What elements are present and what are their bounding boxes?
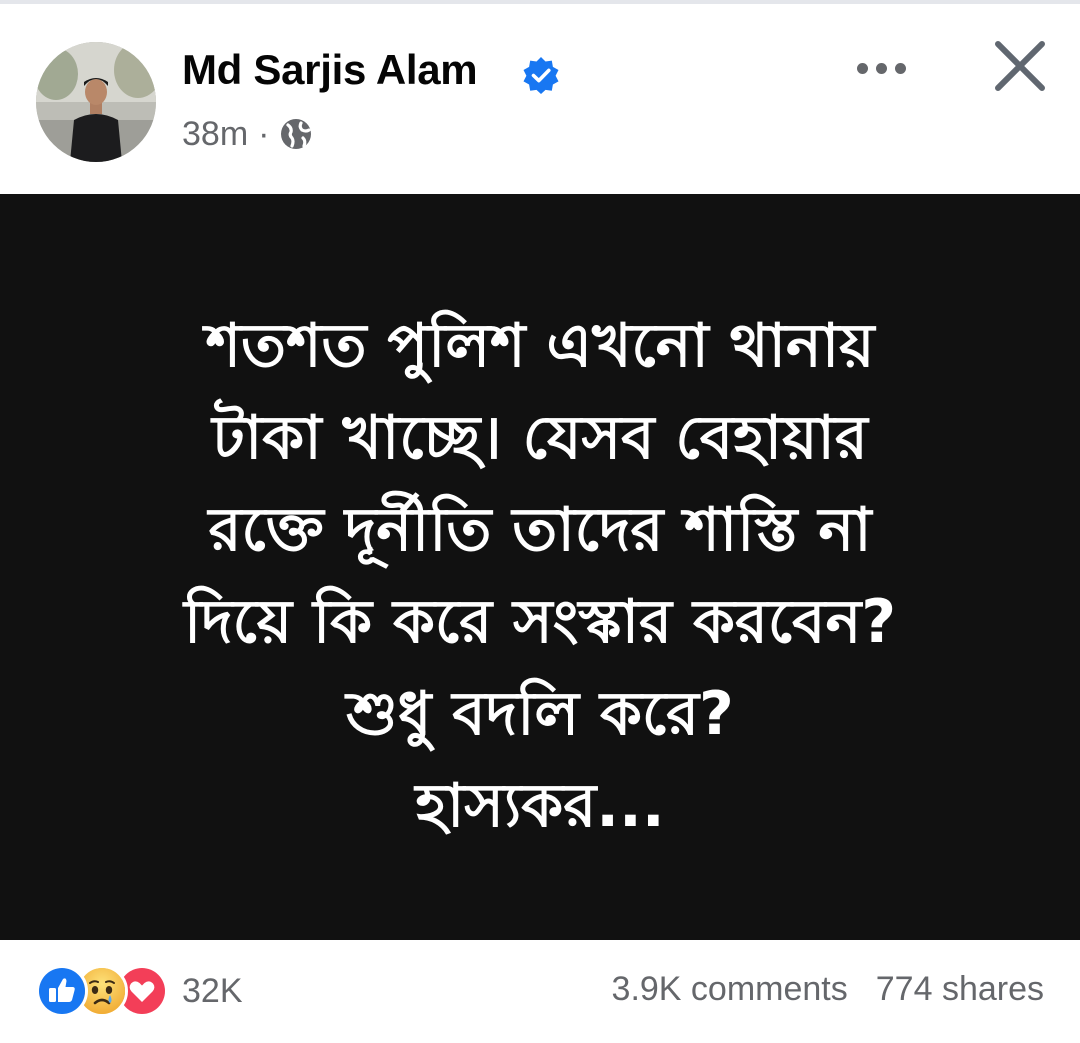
post-text-line: দিয়ে কি করে সংস্কার করবেন? <box>183 587 897 657</box>
avatar[interactable] <box>36 42 156 162</box>
post-text-line: রক্তে দূর্নীতি তাদের শাস্তি না <box>208 495 872 565</box>
post-meta: 38m · <box>182 112 313 156</box>
shares-count[interactable]: 774 shares <box>876 970 1044 1009</box>
post-text-line: শতশত পুলিশ এখনো থানায় <box>205 311 875 381</box>
dot-icon <box>856 62 868 74</box>
post-header: Md Sarjis Alam 38m · <box>0 4 1080 194</box>
close-button[interactable] <box>988 34 1052 98</box>
engagement-counts: 3.9K comments 774 shares <box>612 970 1044 1009</box>
reaction-summary[interactable]: 32K <box>36 965 243 1017</box>
more-options-button[interactable] <box>846 48 916 88</box>
comments-count[interactable]: 3.9K comments <box>612 970 848 1009</box>
meta-separator: · <box>258 114 270 153</box>
like-icon <box>36 965 88 1017</box>
post-text: শতশত পুলিশ এখনো থানায় টাকা খাচ্ছে। যেসব… <box>184 300 896 852</box>
post-text-line: হাস্যকর... <box>415 771 665 841</box>
post-time[interactable]: 38m <box>182 115 248 154</box>
post-image[interactable]: শতশত পুলিশ এখনো থানায় টাকা খাচ্ছে। যেসব… <box>0 194 1080 940</box>
dot-icon <box>894 62 906 74</box>
post-text-line: টাকা খাচ্ছে। যেসব বেহায়ার <box>212 403 868 473</box>
post-text-line: শুধু বদলি করে? <box>346 679 734 749</box>
reaction-count: 32K <box>182 971 243 1010</box>
close-icon <box>995 41 1045 91</box>
verified-badge-icon <box>522 56 560 94</box>
globe-icon <box>279 117 313 151</box>
post-viewer: Md Sarjis Alam 38m · শতশত পুলিশ এখনো থান… <box>0 0 1080 1043</box>
post-footer: 32K 3.9K comments 774 shares <box>0 940 1080 1043</box>
author-name[interactable]: Md Sarjis Alam <box>182 46 478 94</box>
dot-icon <box>875 62 887 74</box>
